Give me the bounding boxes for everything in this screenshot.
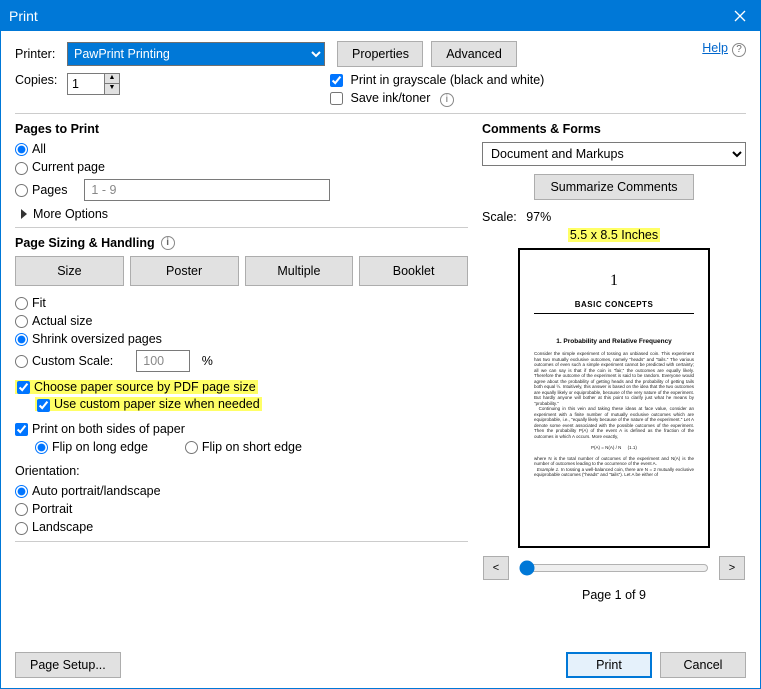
choose-paper-label[interactable]: Choose paper source by PDF page size: [15, 380, 258, 394]
scale-value: 97%: [526, 210, 551, 224]
both-sides-checkbox[interactable]: [15, 423, 28, 436]
help-link[interactable]: Help?: [702, 41, 746, 57]
comments-forms-select[interactable]: Document and Markups: [482, 142, 746, 166]
advanced-button[interactable]: Advanced: [431, 41, 517, 67]
booklet-tab-button[interactable]: Booklet: [359, 256, 468, 286]
actual-radio[interactable]: [15, 315, 28, 328]
copies-input[interactable]: [67, 73, 105, 95]
poster-tab-button[interactable]: Poster: [130, 256, 239, 286]
copies-label: Copies:: [15, 73, 67, 87]
shrink-label[interactable]: Shrink oversized pages: [15, 332, 162, 346]
preview-page-number: 1: [534, 272, 694, 290]
flip-short-radio[interactable]: [185, 441, 198, 454]
pages-range-radio[interactable]: [15, 184, 28, 197]
orient-landscape-label[interactable]: Landscape: [15, 520, 93, 534]
printer-select[interactable]: PawPrint Printing: [67, 42, 325, 66]
pages-all-label[interactable]: All: [15, 142, 46, 156]
preview-thumbnail: 1 BASIC CONCEPTS 1. Probability and Rela…: [518, 248, 710, 548]
preview-body-text: Consider the simple experiment of tossin…: [534, 351, 694, 478]
orient-auto-radio[interactable]: [15, 485, 28, 498]
custom-scale-input[interactable]: [136, 350, 190, 372]
more-options-toggle[interactable]: More Options: [15, 207, 468, 221]
sizing-title: Page Sizing & Handlingi: [15, 236, 468, 250]
use-custom-paper-checkbox[interactable]: [37, 399, 50, 412]
properties-button[interactable]: Properties: [337, 41, 423, 67]
pages-range-input[interactable]: [84, 179, 330, 201]
shrink-radio[interactable]: [15, 333, 28, 346]
scale-label: Scale:: [482, 210, 517, 224]
print-button[interactable]: Print: [566, 652, 652, 678]
window-title: Print: [9, 8, 720, 24]
custom-scale-radio[interactable]: [15, 355, 28, 368]
page-setup-button[interactable]: Page Setup...: [15, 652, 121, 678]
flip-long-radio[interactable]: [35, 441, 48, 454]
orient-portrait-radio[interactable]: [15, 503, 28, 516]
preview-subheading: 1. Probability and Relative Frequency: [534, 338, 694, 345]
copies-spinner[interactable]: ▲ ▼: [105, 73, 120, 95]
preview-prev-button[interactable]: <: [483, 556, 509, 580]
fit-label[interactable]: Fit: [15, 296, 46, 310]
preview-slider[interactable]: [519, 560, 709, 576]
cancel-button[interactable]: Cancel: [660, 652, 746, 678]
pages-to-print-title: Pages to Print: [15, 122, 468, 136]
use-custom-paper-label[interactable]: Use custom paper size when needed: [35, 397, 262, 411]
flip-short-label[interactable]: Flip on short edge: [185, 440, 302, 454]
fit-radio[interactable]: [15, 297, 28, 310]
expand-icon: [21, 209, 27, 219]
both-sides-label[interactable]: Print on both sides of paper: [15, 422, 185, 436]
saveink-checkbox[interactable]: [330, 92, 343, 105]
choose-paper-checkbox[interactable]: [17, 381, 30, 394]
info-icon: i: [161, 236, 175, 250]
flip-long-label[interactable]: Flip on long edge: [35, 440, 148, 454]
summarize-comments-button[interactable]: Summarize Comments: [534, 174, 694, 200]
actual-label[interactable]: Actual size: [15, 314, 92, 328]
spinner-up-icon[interactable]: ▲: [105, 74, 119, 84]
pages-current-radio[interactable]: [15, 162, 28, 175]
orient-portrait-label[interactable]: Portrait: [15, 502, 72, 516]
multiple-tab-button[interactable]: Multiple: [245, 256, 354, 286]
custom-scale-label[interactable]: Custom Scale:: [15, 354, 113, 368]
printer-label: Printer:: [15, 47, 67, 61]
spinner-down-icon[interactable]: ▼: [105, 84, 119, 94]
preview-page-of: Page 1 of 9: [482, 588, 746, 602]
print-dialog: Print Help? Printer: PawPrint Printing P…: [0, 0, 761, 689]
orient-landscape-radio[interactable]: [15, 522, 28, 535]
size-tab-button[interactable]: Size: [15, 256, 124, 286]
orientation-title: Orientation:: [15, 464, 468, 478]
grayscale-checkbox[interactable]: [330, 74, 343, 87]
pages-range-label[interactable]: Pages: [15, 183, 67, 197]
titlebar: Print: [1, 1, 760, 31]
orient-auto-label[interactable]: Auto portrait/landscape: [15, 484, 161, 498]
saveink-checkbox-label[interactable]: Save ink/toner: [330, 91, 434, 105]
preview-dimensions: 5.5 x 8.5 Inches: [568, 228, 660, 242]
help-icon: ?: [732, 43, 746, 57]
close-icon: [734, 10, 746, 22]
percent-label: %: [202, 354, 213, 368]
info-icon: i: [440, 93, 454, 107]
preview-next-button[interactable]: >: [719, 556, 745, 580]
grayscale-checkbox-label[interactable]: Print in grayscale (black and white): [330, 73, 544, 87]
pages-current-label[interactable]: Current page: [15, 160, 105, 174]
preview-page-title: BASIC CONCEPTS: [534, 300, 694, 309]
pages-all-radio[interactable]: [15, 143, 28, 156]
close-button[interactable]: [720, 1, 760, 31]
comments-forms-title: Comments & Forms: [482, 122, 746, 136]
